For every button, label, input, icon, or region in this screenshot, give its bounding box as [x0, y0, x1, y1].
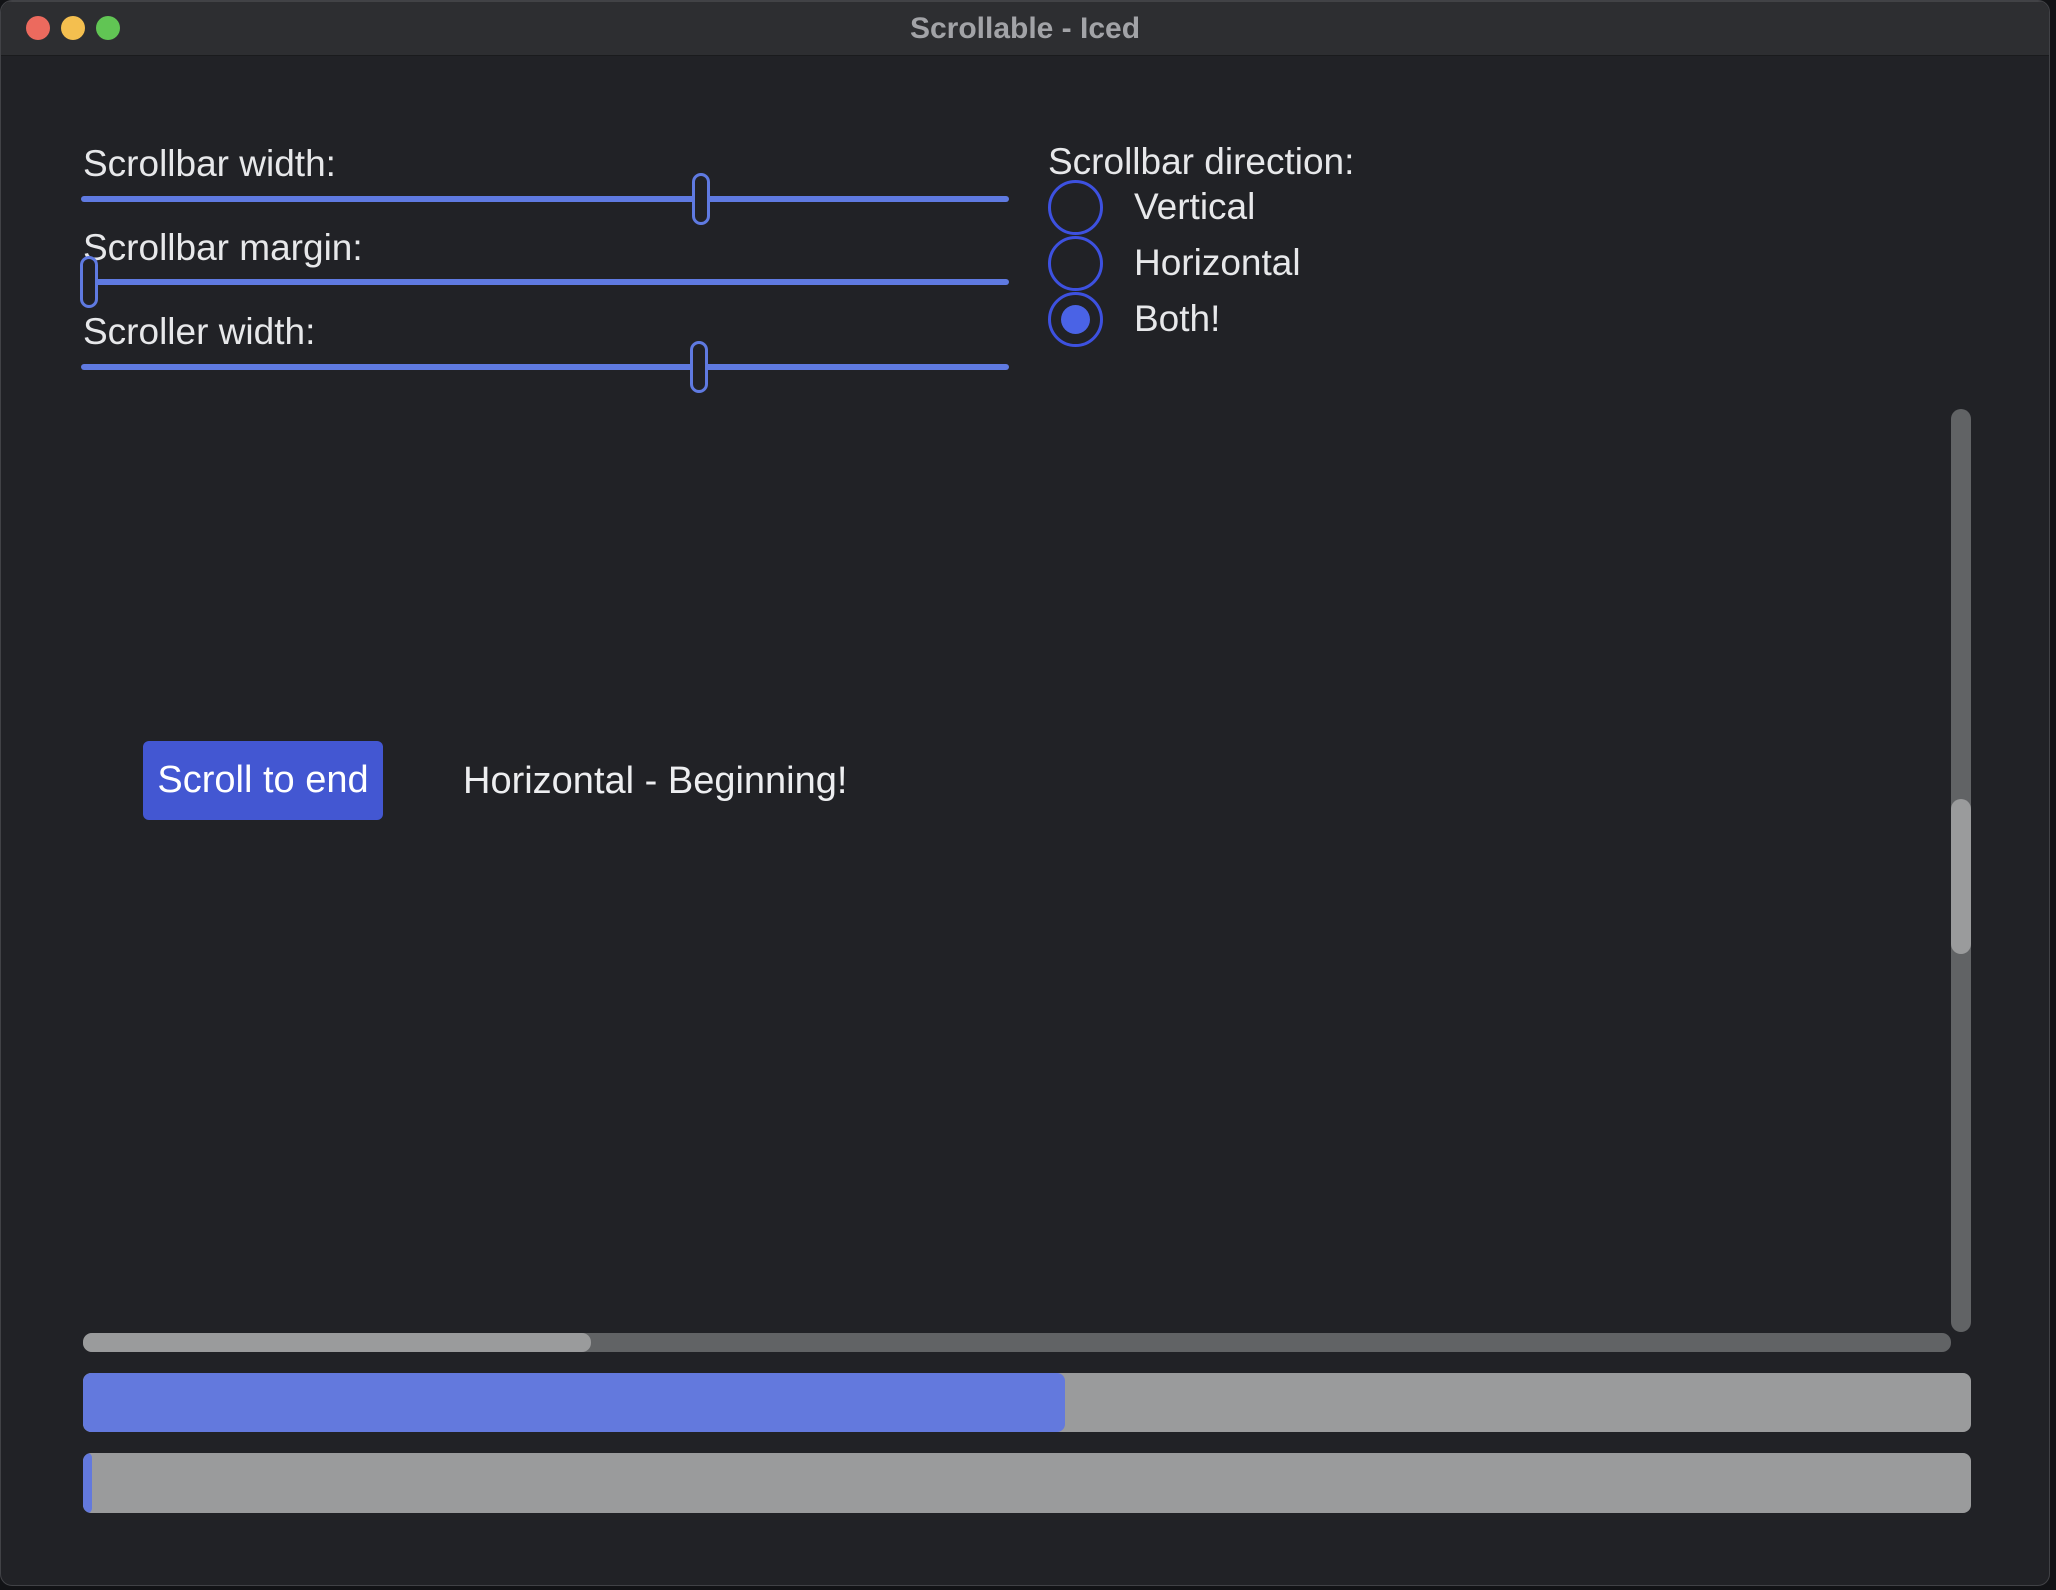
radio-label: Horizontal	[1134, 242, 1301, 284]
radio-vertical[interactable]: Vertical	[1048, 179, 1255, 235]
progress-fill	[83, 1453, 92, 1513]
vertical-scrollbar-thumb[interactable]	[1951, 799, 1971, 954]
slider-handle[interactable]	[80, 256, 98, 308]
vertical-scrollbar-rail[interactable]	[1951, 409, 1971, 1332]
scrollbar-direction-label: Scrollbar direction:	[1048, 140, 1354, 184]
radio-both[interactable]: Both!	[1048, 291, 1220, 347]
radio-circle	[1048, 236, 1103, 291]
radio-dot	[1061, 193, 1090, 222]
radio-dot	[1061, 305, 1090, 334]
horizontal-scrollbar-rail[interactable]	[83, 1333, 1951, 1352]
app-window: Scrollable - Iced Scrollbar width: Scrol…	[0, 0, 2050, 1586]
progress-fill	[83, 1373, 1065, 1432]
scrollbar-width-slider[interactable]	[81, 173, 1009, 225]
horizontal-scrollbar-thumb[interactable]	[83, 1333, 591, 1352]
slider-handle[interactable]	[692, 173, 710, 225]
slider-rail[interactable]	[81, 196, 1009, 202]
titlebar: Scrollable - Iced	[1, 1, 2049, 56]
slider-rail[interactable]	[81, 364, 1009, 370]
scrollbar-margin-slider[interactable]	[81, 256, 1009, 308]
radio-circle	[1048, 180, 1103, 235]
radio-horizontal[interactable]: Horizontal	[1048, 235, 1301, 291]
radio-label: Vertical	[1134, 186, 1255, 228]
scroll-viewport[interactable]	[83, 409, 1971, 1352]
slider-handle[interactable]	[690, 341, 708, 393]
scroll-status-text: Horizontal - Beginning!	[463, 741, 847, 820]
horizontal-scroll-progressbar	[83, 1453, 1971, 1513]
radio-label: Both!	[1134, 298, 1220, 340]
scroller-width-slider[interactable]	[81, 341, 1009, 393]
scroll-to-end-button[interactable]: Scroll to end	[143, 741, 383, 820]
radio-circle	[1048, 292, 1103, 347]
window-title: Scrollable - Iced	[1, 1, 2049, 55]
slider-rail[interactable]	[81, 279, 1009, 285]
radio-dot	[1061, 249, 1090, 278]
vertical-scroll-progressbar	[83, 1373, 1971, 1432]
